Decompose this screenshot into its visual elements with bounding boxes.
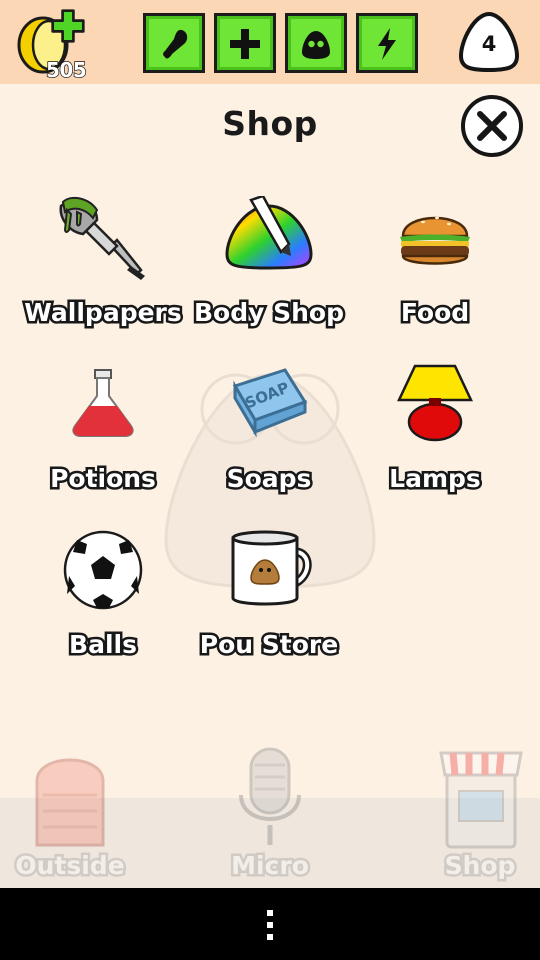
shop-item-soaps[interactable]: SOAP Soaps bbox=[186, 362, 352, 512]
burger-icon bbox=[400, 216, 470, 265]
energy-stat[interactable] bbox=[356, 13, 418, 73]
potion-flask-icon bbox=[72, 369, 134, 437]
shop-item-label: Balls bbox=[67, 628, 140, 662]
nav-item-label: Outside bbox=[13, 849, 127, 883]
page-title: Shop bbox=[222, 104, 318, 143]
nav-item-label: Micro bbox=[229, 849, 312, 883]
level-number: 4 bbox=[481, 32, 497, 56]
nav-item-outside[interactable]: Outside bbox=[5, 745, 135, 885]
fun-stat[interactable] bbox=[285, 13, 347, 73]
shop-item-lamps[interactable]: Lamps bbox=[352, 362, 518, 512]
lamp-icon bbox=[397, 364, 473, 442]
coin-count: 505 bbox=[45, 57, 87, 82]
close-icon bbox=[477, 111, 507, 141]
shop-item-label: Wallpapers bbox=[22, 296, 185, 330]
shop-item-label: Potions bbox=[48, 462, 159, 496]
shop-item-potions[interactable]: Potions bbox=[20, 362, 186, 512]
nav-item-micro[interactable]: Micro bbox=[205, 745, 335, 885]
coins-button[interactable]: 505 bbox=[14, 8, 94, 83]
status-bar: 505 4 bbox=[0, 0, 540, 84]
shop-item-wallpapers[interactable]: Wallpapers bbox=[20, 196, 186, 346]
system-navigation-bar bbox=[0, 888, 540, 960]
shop-item-label: Body Shop bbox=[192, 296, 347, 330]
overflow-menu-icon[interactable] bbox=[263, 908, 277, 942]
shop-item-balls[interactable]: Balls bbox=[20, 528, 186, 678]
shop-item-body-shop[interactable]: Body Shop bbox=[186, 196, 352, 346]
shop-item-label: Lamps bbox=[387, 462, 484, 496]
nav-item-label: Shop bbox=[442, 849, 518, 883]
microphone-icon bbox=[239, 747, 301, 845]
shop-item-food[interactable]: Food bbox=[352, 196, 518, 346]
plus-icon bbox=[230, 29, 260, 59]
shop-item-label: Soaps bbox=[224, 462, 314, 496]
shop-icon bbox=[439, 751, 523, 849]
lightning-icon bbox=[378, 28, 396, 60]
level-badge[interactable]: 4 bbox=[455, 10, 523, 74]
paint-brush-icon bbox=[59, 196, 145, 280]
pou-face-icon bbox=[302, 31, 330, 59]
chicken-leg-icon bbox=[163, 29, 188, 59]
health-stat[interactable] bbox=[214, 13, 276, 73]
color-palette-icon bbox=[225, 196, 313, 270]
hunger-stat[interactable] bbox=[143, 13, 205, 73]
soccer-ball-icon bbox=[63, 530, 143, 610]
shop-item-pou-store[interactable]: Pou Store bbox=[186, 528, 352, 678]
pou-mug-icon bbox=[231, 530, 312, 606]
shop-item-label: Pou Store bbox=[197, 628, 340, 662]
nav-item-shop[interactable]: Shop bbox=[415, 745, 540, 885]
add-coins-icon bbox=[51, 9, 85, 43]
close-button[interactable] bbox=[461, 95, 523, 157]
shop-item-label: Food bbox=[398, 296, 471, 330]
soap-icon: SOAP bbox=[232, 368, 308, 438]
door-icon bbox=[35, 758, 105, 847]
